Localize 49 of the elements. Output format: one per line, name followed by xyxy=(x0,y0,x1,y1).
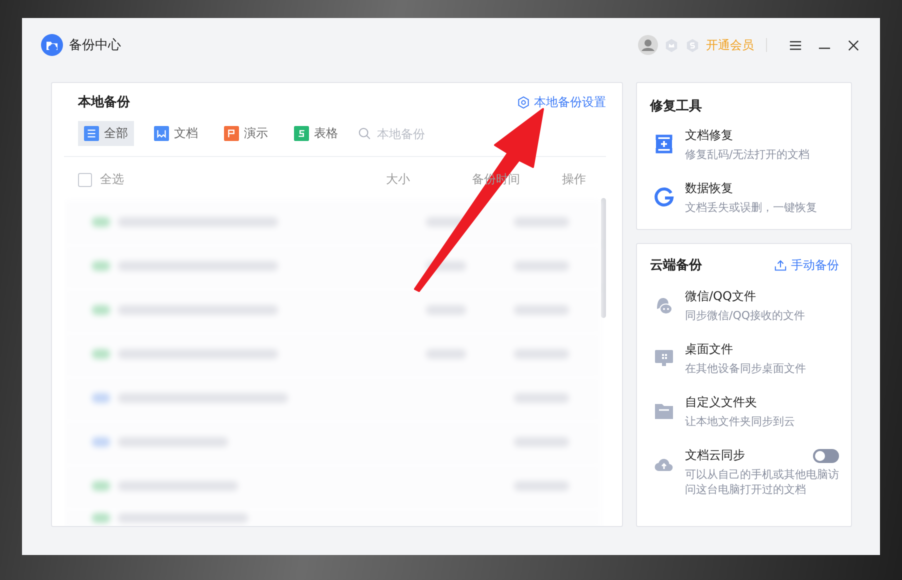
item-title: 自定义文件夹 xyxy=(685,394,757,411)
filter-tab[interactable]: 文档 xyxy=(148,121,204,146)
tool-item[interactable]: 文档修复 修复乱码/无法打开的文档 xyxy=(650,115,839,168)
column-header: 操作 xyxy=(561,171,586,188)
manual-backup-button[interactable]: 手动备份 xyxy=(774,256,839,274)
cloud-item[interactable]: 微信/QQ文件 同步微信/QQ接收的文件 xyxy=(650,274,839,327)
item-description: 让本地文件夹同步到云 xyxy=(685,414,796,429)
section-title: 修复工具 xyxy=(650,99,702,114)
item-description: 修复乱码/无法打开的文档 xyxy=(685,147,811,162)
select-all-checkbox[interactable] xyxy=(78,172,92,186)
column-header: 全选 xyxy=(100,171,125,188)
menu-icon[interactable] xyxy=(789,38,802,52)
cloud-item[interactable]: 桌面文件 在其他设备同步桌面文件 xyxy=(650,327,839,380)
tool-item[interactable]: 数据恢复 文档丢失或误删，一键恢复 xyxy=(650,168,839,221)
g-recovery-icon xyxy=(653,186,675,208)
monitor-icon xyxy=(653,347,675,369)
local-backup-settings-link[interactable]: 本地备份设置 xyxy=(517,94,606,110)
list-icon xyxy=(84,126,99,141)
item-description: 可以从自己的手机或其他电脑访问这台电脑打开过的文档 xyxy=(685,467,839,497)
sync-toggle[interactable] xyxy=(813,448,839,462)
item-description: 文档丢失或误删，一键恢复 xyxy=(685,200,818,215)
avatar-icon[interactable] xyxy=(638,35,658,55)
folder-cloud-logo-icon xyxy=(41,34,63,56)
filter-tab[interactable]: 全部 xyxy=(78,121,134,146)
w-document-icon xyxy=(154,126,169,141)
column-header: 大小 xyxy=(386,171,411,188)
item-title: 文档云同步 xyxy=(685,447,745,464)
section-title: 本地备份 xyxy=(78,94,130,111)
filter-tab[interactable]: 表格 xyxy=(288,121,344,146)
search-field[interactable]: 本地备份 xyxy=(358,126,459,142)
item-description: 在其他设备同步桌面文件 xyxy=(685,361,807,376)
item-description: 同步微信/QQ接收的文件 xyxy=(685,308,806,323)
item-title: 微信/QQ文件 xyxy=(685,288,756,305)
cloud-item[interactable]: 自定义文件夹 让本地文件夹同步到云 xyxy=(650,380,839,433)
section-title: 云端备份 xyxy=(650,257,702,274)
item-title: 数据恢复 xyxy=(685,180,734,197)
filter-tab[interactable]: 演示 xyxy=(218,121,274,146)
document-repair-icon xyxy=(653,133,675,155)
item-title: 文档修复 xyxy=(685,127,734,144)
window-title: 备份中心 xyxy=(69,37,121,54)
settings-icon xyxy=(517,96,530,108)
cloud-item[interactable]: 文档云同步 可以从自己的手机或其他电脑访问这台电脑打开过的文档 xyxy=(650,433,839,501)
s-spreadsheet-icon xyxy=(294,126,309,141)
close-icon[interactable] xyxy=(847,38,860,52)
upload-icon xyxy=(774,258,787,272)
search-icon xyxy=(358,127,371,140)
item-title: 桌面文件 xyxy=(685,341,733,358)
scrollbar[interactable] xyxy=(601,198,606,318)
p-presentation-icon xyxy=(224,126,239,141)
